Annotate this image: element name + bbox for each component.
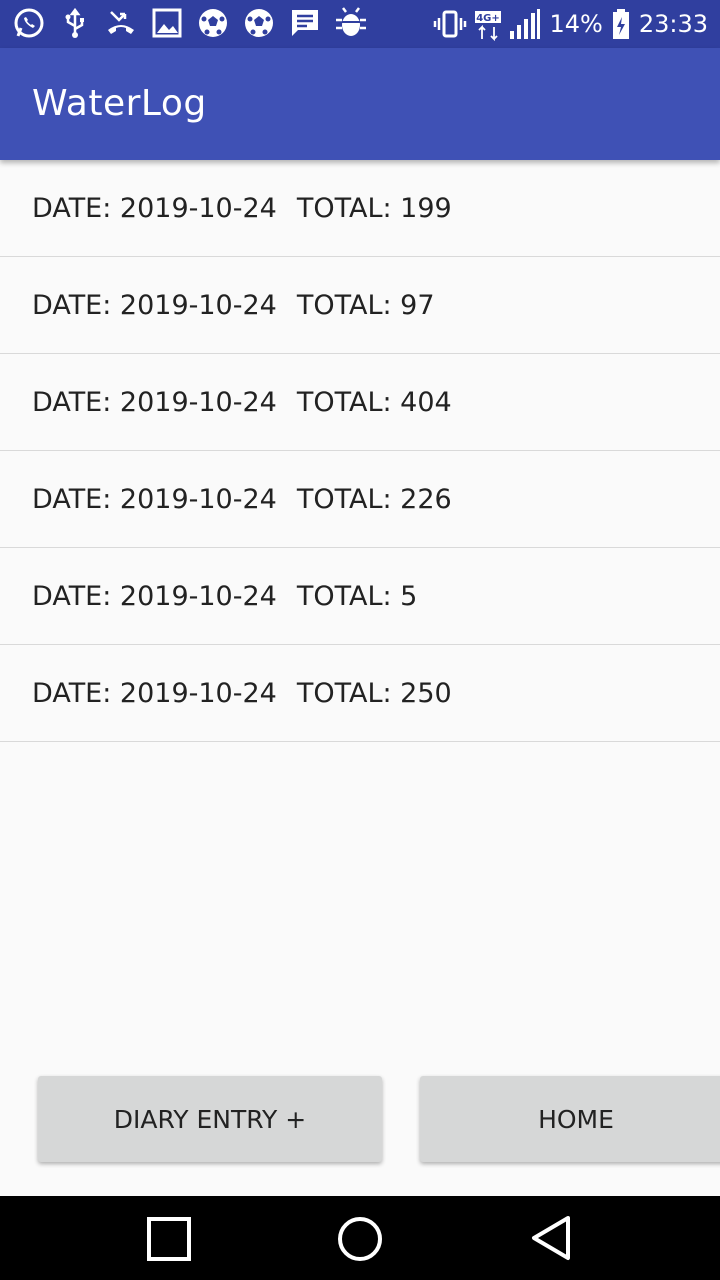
list-item[interactable]: DATE: 2019-10-24 TOTAL: 199 [0,160,720,257]
list-item[interactable]: DATE: 2019-10-24 TOTAL: 5 [0,548,720,645]
soccer-ball-icon [199,9,227,37]
entry-date: DATE: 2019-10-24 [32,386,277,418]
soccer-ball-icon-2 [245,9,273,37]
network-4g-icon: 4G+ [475,11,502,41]
whatsapp-icon [14,8,44,38]
home-button[interactable]: HOME [420,1076,720,1162]
entry-total: TOTAL: 97 [296,289,435,321]
entry-total: TOTAL: 250 [296,677,452,709]
entry-list: DATE: 2019-10-24 TOTAL: 199 DATE: 2019-10… [0,160,720,742]
message-icon [292,10,318,36]
entry-total: TOTAL: 199 [296,192,452,224]
entry-date: DATE: 2019-10-24 [32,580,277,612]
vibrate-icon [434,10,467,38]
missed-call-icon [108,11,134,34]
entry-total: TOTAL: 404 [296,386,452,418]
list-item[interactable]: DATE: 2019-10-24 TOTAL: 250 [0,645,720,742]
status-bar: 4G+ 14% 23:33 [0,0,720,48]
back-icon[interactable] [528,1214,574,1262]
android-debug-icon [336,7,366,36]
clock: 23:33 [638,10,708,38]
battery-charging-icon [612,9,629,39]
list-item[interactable]: DATE: 2019-10-24 TOTAL: 97 [0,257,720,354]
entry-date: DATE: 2019-10-24 [32,289,277,321]
entry-date: DATE: 2019-10-24 [32,483,277,515]
app-title: WaterLog [32,83,207,124]
list-item[interactable]: DATE: 2019-10-24 TOTAL: 226 [0,451,720,548]
entry-total: TOTAL: 5 [296,580,418,612]
entry-date: DATE: 2019-10-24 [32,192,277,224]
diary-entry-button[interactable]: DIARY ENTRY + [38,1076,382,1162]
navigation-bar [0,1196,720,1280]
system-status: 4G+ 14% 23:33 [433,6,708,42]
home-circle-icon[interactable] [336,1215,384,1263]
entry-date: DATE: 2019-10-24 [32,677,277,709]
usb-icon [65,7,84,38]
list-item[interactable]: DATE: 2019-10-24 TOTAL: 404 [0,354,720,451]
gallery-icon [152,8,182,38]
battery-percent: 14% [549,10,603,38]
entry-total: TOTAL: 226 [296,483,452,515]
notification-icons [12,6,368,40]
recent-apps-icon[interactable] [146,1216,192,1262]
svg-text:4G+: 4G+ [477,13,501,24]
app-bar: WaterLog [0,48,720,160]
signal-icon [510,9,541,39]
